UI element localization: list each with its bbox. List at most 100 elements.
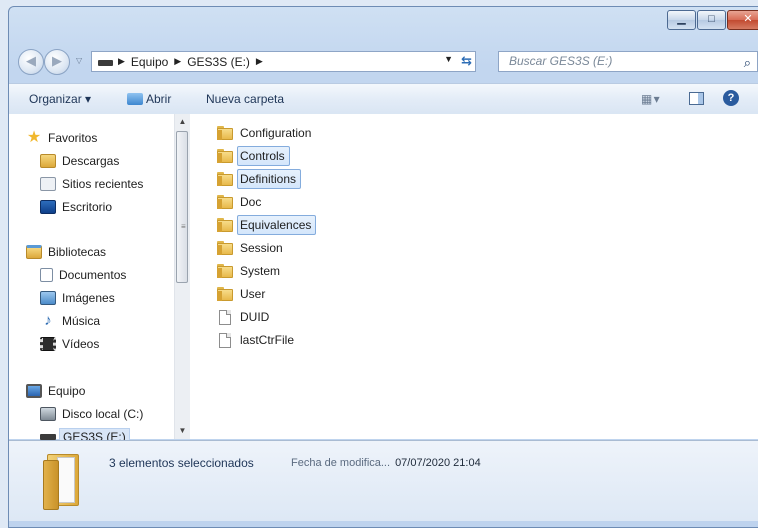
- nav-label: Disco local (C:): [62, 407, 144, 421]
- recent-places-icon: [40, 177, 56, 191]
- recent-pages-dropdown-icon[interactable]: ▽: [76, 56, 82, 65]
- folder-icon: [217, 172, 233, 186]
- nav-label: Equipo: [48, 384, 86, 398]
- details-pane: 3 elementos seleccionados Fecha de modif…: [9, 440, 758, 521]
- folder-item[interactable]: User: [217, 284, 270, 304]
- minimize-button[interactable]: ▁: [667, 10, 696, 30]
- search-input[interactable]: Buscar GES3S (E:) ⌕: [498, 51, 758, 72]
- file-item[interactable]: lastCtrFile: [217, 330, 299, 350]
- item-name: Configuration: [240, 126, 312, 140]
- new-folder-button[interactable]: Nueva carpeta: [206, 92, 284, 106]
- search-placeholder: Buscar GES3S (E:): [509, 54, 613, 68]
- breadcrumb-chevron-icon[interactable]: ▶: [256, 56, 263, 67]
- nav-downloads[interactable]: Descargas: [40, 151, 119, 171]
- modified-date-label: Fecha de modifica...: [291, 457, 391, 469]
- folder-item[interactable]: Definitions: [217, 169, 302, 189]
- forward-button[interactable]: ▶: [44, 49, 70, 75]
- close-icon: ✕: [743, 13, 753, 25]
- search-icon[interactable]: ⌕: [744, 53, 751, 72]
- folder-open-icon: [127, 93, 143, 105]
- view-options-icon[interactable]: ▦ ▾: [641, 92, 660, 106]
- nav-desktop[interactable]: Escritorio: [40, 197, 112, 217]
- nav-label: Música: [62, 314, 101, 328]
- maximize-button[interactable]: □: [697, 10, 726, 30]
- nav-libraries[interactable]: Bibliotecas: [26, 242, 106, 262]
- folder-item[interactable]: System: [217, 261, 285, 281]
- minimize-icon: ▁: [677, 13, 686, 25]
- file-list-pane: Configuration Controls Definitions Doc Equiv…: [190, 114, 758, 439]
- nav-videos[interactable]: Vídeos: [40, 334, 99, 354]
- address-row: ◀ ▶ ▽ ▶ Equipo ▶ GES3S (E:) ▶ ▼ ⇆ Buscar…: [18, 48, 758, 75]
- documents-icon: [40, 268, 53, 282]
- nav-computer[interactable]: Equipo: [26, 381, 85, 401]
- downloads-folder-icon: [40, 154, 56, 168]
- forward-arrow-icon: ▶: [52, 53, 62, 68]
- selection-folder-icon: [43, 454, 79, 510]
- nav-images[interactable]: Imágenes: [40, 288, 115, 308]
- scroll-thumb[interactable]: ≡: [176, 131, 188, 283]
- grip-icon: ≡: [181, 222, 186, 231]
- address-bar[interactable]: ▶ Equipo ▶ GES3S (E:) ▶ ▼ ⇆: [91, 51, 476, 72]
- window-controls: ▁ □ ✕: [666, 10, 758, 30]
- modified-date-value: 07/07/2020 21:04: [395, 457, 481, 469]
- folder-item[interactable]: Controls: [217, 146, 290, 166]
- item-name: Session: [240, 241, 283, 255]
- organize-button[interactable]: Organizar ▾: [29, 92, 91, 106]
- desktop-icon: [40, 200, 56, 214]
- file-item[interactable]: DUID: [217, 307, 274, 327]
- nav-label: Escritorio: [62, 200, 113, 214]
- nav-label: Sitios recientes: [62, 177, 144, 191]
- nav-favorites[interactable]: ★ Favoritos: [26, 128, 98, 148]
- breadcrumb-ges3s[interactable]: GES3S (E:): [187, 55, 250, 69]
- images-icon: [40, 291, 56, 305]
- item-name: Equivalences: [237, 215, 317, 235]
- nav-label: Descargas: [62, 154, 120, 168]
- nav-scrollbar[interactable]: ▲ ≡ ▼: [174, 114, 190, 439]
- breadcrumb-equipo[interactable]: Equipo: [131, 55, 168, 69]
- file-icon: [219, 309, 231, 325]
- back-arrow-icon: ◀: [26, 53, 36, 68]
- folder-icon: [217, 218, 233, 232]
- star-icon: ★: [26, 129, 42, 146]
- folder-icon: [217, 241, 233, 255]
- nav-local-disk[interactable]: Disco local (C:): [40, 404, 143, 424]
- refresh-icon[interactable]: ⇆: [461, 53, 472, 69]
- folder-icon: [217, 264, 233, 278]
- item-name: User: [240, 287, 266, 301]
- nav-label: Bibliotecas: [48, 245, 107, 259]
- nav-label: Imágenes: [62, 291, 115, 305]
- nav-recent-places[interactable]: Sitios recientes: [40, 174, 143, 194]
- preview-pane-icon[interactable]: [689, 92, 704, 108]
- folder-item[interactable]: Configuration: [217, 123, 316, 143]
- item-name: Doc: [240, 195, 262, 209]
- folder-item[interactable]: Session: [217, 238, 288, 258]
- navigation-pane: ★ Favoritos Descargas Sitios recientes Es…: [9, 114, 190, 446]
- address-dropdown-icon[interactable]: ▼: [444, 54, 453, 64]
- item-name: Controls: [237, 146, 290, 166]
- folder-icon: [217, 126, 233, 140]
- breadcrumb-chevron-icon[interactable]: ▶: [174, 56, 181, 67]
- item-name: DUID: [240, 310, 270, 324]
- local-disk-icon: [40, 407, 56, 421]
- open-button[interactable]: Abrir: [127, 92, 171, 106]
- help-icon[interactable]: ?: [723, 90, 739, 106]
- nav-label: Favoritos: [48, 131, 98, 145]
- back-button[interactable]: ◀: [18, 49, 44, 75]
- selection-count: 3 elementos seleccionados: [109, 456, 254, 470]
- nav-label: Vídeos: [62, 337, 100, 351]
- scroll-up-arrow-icon[interactable]: ▲: [175, 117, 190, 126]
- folder-icon: [217, 287, 233, 301]
- scroll-down-arrow-icon[interactable]: ▼: [175, 426, 190, 435]
- item-name: Definitions: [237, 169, 302, 189]
- computer-icon: [26, 384, 42, 398]
- nav-music[interactable]: ♪ Música: [40, 311, 100, 331]
- breadcrumb-chevron-icon[interactable]: ▶: [118, 56, 125, 67]
- folder-item[interactable]: Equivalences: [217, 215, 317, 235]
- folder-item[interactable]: Doc: [217, 192, 266, 212]
- nav-documents[interactable]: Documentos: [40, 265, 126, 285]
- command-toolbar: Organizar ▾ Abrir Nueva carpeta ▦ ▾ ?: [9, 83, 758, 116]
- video-film-icon: [40, 337, 56, 351]
- folder-icon: [217, 149, 233, 163]
- close-button[interactable]: ✕: [727, 10, 758, 30]
- drive-icon: [98, 59, 113, 66]
